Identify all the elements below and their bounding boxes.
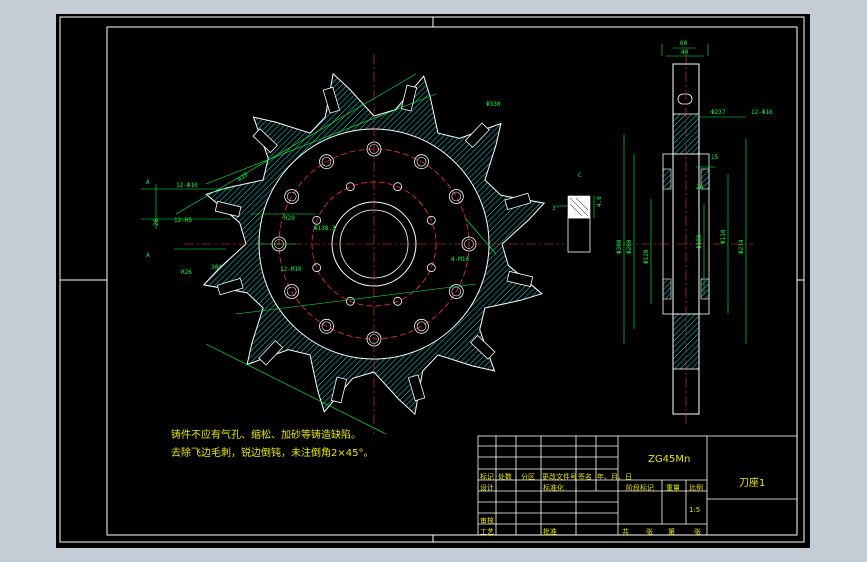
dim-sec-a: A (146, 179, 150, 186)
dim-r20: R20 (284, 215, 295, 222)
dim-w60: 60 (680, 40, 688, 47)
tb-header-label: 年、月、日 (597, 473, 632, 481)
tb-stage-label: 阶段标记 (626, 484, 654, 492)
tb-row5-label: 工艺 (480, 528, 494, 536)
dim-w40: 40 (681, 49, 689, 56)
side-view-dimensions: 60 40 Φ237 12-Φ16 15 20 Φ300 Φ260 Φ120 Φ… (616, 40, 773, 344)
dim-r10: R10 (237, 171, 250, 184)
dim-r26: R26 (181, 269, 192, 276)
side-hub-hatch (662, 278, 672, 300)
tb-sheet-label: 共 (622, 528, 629, 536)
tech-note-2: 去除飞边毛刺，锐边倒钝，未注倒角2×45°。 (171, 448, 374, 459)
side-slot (677, 93, 693, 105)
dim-d15: 15 (711, 154, 719, 161)
side-hub-hatch (700, 278, 710, 300)
cad-viewport[interactable]: Φ330 A 12-Φ10 12-R5 26 R10 R20 Φ138.3 12… (56, 14, 810, 548)
part-name: 刀座1 (739, 478, 766, 489)
dim-w46: 4.6 (596, 196, 603, 207)
sprocket-side-section (623, 54, 753, 424)
tb-header-label: 标记 (480, 473, 494, 481)
tb-row5-label: 批准 (543, 528, 557, 536)
dim-phi214: Φ214 (738, 239, 745, 254)
tb-header-label: 处数 (498, 473, 512, 481)
tech-note-1: 铸件不应有气孔、缩松、加砂等铸造缺陷。 (171, 430, 361, 441)
side-hub-hatch (662, 168, 672, 190)
tb-header-label: 更改文件号 (542, 473, 577, 481)
dim-pcd: Φ138.3 (314, 225, 336, 232)
dim-phi237: Φ237 (711, 109, 726, 116)
tb-sheet-label: 张 (646, 528, 653, 536)
tb-row2-label: 标准化 (543, 484, 564, 492)
tb-header-label: 分区 (521, 473, 535, 481)
tb-scale-value: 1:5 (689, 506, 701, 514)
tb-header-label: 签名 (578, 473, 592, 481)
sprocket-front-view (175, 54, 564, 435)
tb-sheet-label: 张 (694, 528, 701, 536)
material-label: ZG45Mn (648, 454, 691, 465)
cad-drawing: Φ330 A 12-Φ10 12-R5 26 R10 R20 Φ138.3 12… (59, 16, 805, 543)
dim-n12-m16: 12-Φ16 (751, 109, 773, 116)
dim-sec-a2: A (146, 252, 150, 259)
tb-scale-label: 比例 (689, 484, 703, 492)
dim-n12-phi10: 12-Φ10 (176, 182, 198, 189)
tb-row4-label: 审核 (480, 517, 494, 525)
dim-phi300: Φ300 (616, 239, 623, 254)
dim-n4-m16: 4-M16 (451, 256, 469, 263)
dim-outer-dia: Φ330 (486, 101, 501, 108)
dim-w30: 3° (552, 205, 559, 212)
dim-phi120: Φ120 (643, 249, 650, 264)
dim-phi180: Φ180 (696, 234, 703, 249)
dim-p30: 30° (211, 264, 222, 271)
tb-weight-label: 重量 (666, 484, 680, 492)
dim-chamfer-label: C (578, 172, 582, 179)
dim-d20: 20 (696, 184, 704, 191)
dim-phi260: Φ260 (626, 239, 633, 254)
tb-row2-label: 设计 (480, 484, 494, 492)
section-a-detail: C 3° 4.6 (552, 172, 603, 253)
dim-n12-r5: 12-R5 (174, 217, 192, 224)
tb-sheet-label: 第 (668, 528, 675, 536)
dim-phi110: Φ110 (720, 229, 727, 244)
dim-n12-m10: 12-M10 (280, 266, 302, 273)
dim-d26: 26 (153, 218, 160, 226)
